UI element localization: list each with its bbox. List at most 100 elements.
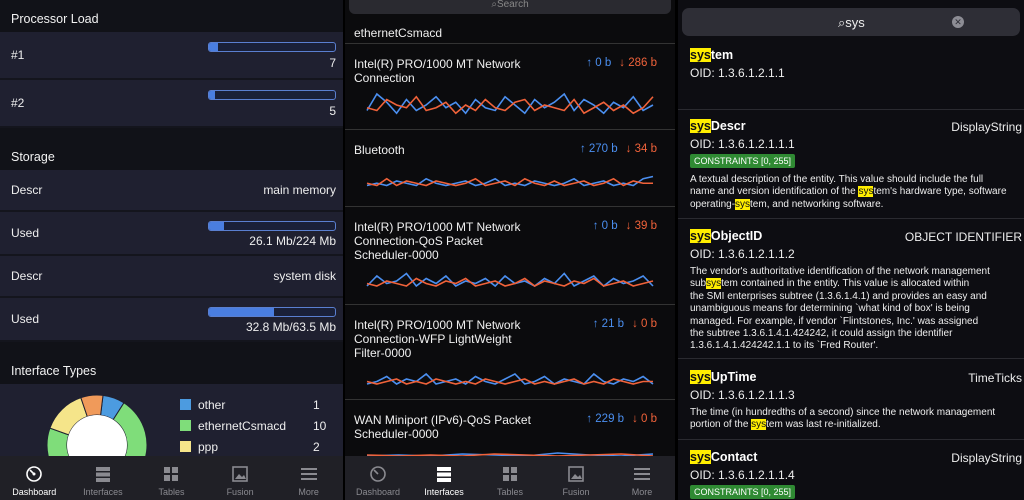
nav-more[interactable]: More (274, 456, 343, 500)
rate-up: ↑ 21 b (592, 318, 625, 330)
interface-name: Intel(R) PRO/1000 MT Network Connection (354, 57, 521, 85)
storage-title: Storage (0, 142, 343, 170)
search-placeholder: Search (496, 0, 529, 10)
nav-label: Dashboard (355, 487, 401, 497)
nav-interfaces[interactable]: Interfaces (69, 456, 138, 500)
rate-down: ↓ 0 b (632, 413, 657, 425)
mib-entry[interactable]: sysObjectID OBJECT IDENTIFIER OID: 1.3.6… (678, 229, 1024, 359)
mib-entry[interactable]: system OID: 1.3.6.1.2.1.1 (678, 48, 1024, 110)
mib-entry[interactable]: sysContact DisplayString OID: 1.3.6.1.2.… (678, 450, 1024, 500)
interface-group-header: ethernetCsmacd (345, 14, 675, 44)
description-text: The vendor's authoritative identificatio… (690, 266, 990, 277)
traffic-sparkline (366, 272, 654, 288)
rate-down: ↓ 286 b (619, 57, 657, 69)
mib-name-rest: UpTime (710, 370, 757, 384)
description-line: subsystem contained in the entity. This … (690, 278, 1013, 290)
server-icon (95, 467, 110, 482)
description-text: name and version identification of the (690, 186, 859, 198)
mib-oid: OID: 1.3.6.1.2.1.1.2 (690, 247, 795, 261)
mib-type: DisplayString (951, 120, 1022, 134)
match-highlight: sys (735, 198, 751, 210)
traffic-sparkline (366, 175, 654, 187)
nav-label: Tables (496, 487, 523, 497)
legend-count: 10 (313, 418, 327, 433)
bar-fill (209, 91, 216, 99)
mib-type: TimeTicks (968, 371, 1022, 385)
interface-types-title: Interface Types (0, 356, 343, 384)
description-text: tem, and networking software. (750, 198, 884, 210)
interface-rates: ↑ 0 b ↓ 39 b (593, 220, 657, 232)
nav-label: Fusion (562, 487, 590, 497)
match-highlight: sys (706, 278, 722, 290)
menu-icon (300, 468, 317, 480)
match-highlight: sys (690, 119, 711, 133)
storage-used-bar (208, 221, 336, 231)
traffic-sparkline (366, 92, 654, 115)
match-highlight: sys (858, 186, 874, 198)
description-line: name and version identification of the s… (690, 186, 1013, 198)
description-line: A textual description of the entity. Thi… (690, 174, 1013, 186)
rate-up: ↑ 0 b (586, 57, 612, 69)
mib-description: The time (in hundredths of a second) sin… (690, 407, 1013, 432)
interface-name: Intel(R) PRO/1000 MT Network Connection-… (354, 318, 521, 360)
mib-name-rest: ObjectID (710, 229, 763, 243)
used-value: 32.8 Mb/63.5 Mb (245, 320, 336, 334)
gauge-icon (26, 466, 43, 482)
nav-label: Tables (158, 487, 185, 497)
gauge-icon (370, 466, 386, 482)
nav-tables[interactable]: Tables (137, 456, 206, 500)
descr-value: main memory (263, 183, 336, 197)
processor-load-title: Processor Load (0, 0, 343, 32)
mib-oid: OID: 1.3.6.1.2.1.1.4 (690, 468, 795, 482)
clear-search-icon[interactable]: ✕ (952, 16, 964, 28)
mib-entry[interactable]: sysDescr DisplayString OID: 1.3.6.1.2.1.… (678, 119, 1024, 219)
mib-name-rest: Descr (710, 119, 746, 133)
bar-fill (209, 308, 275, 316)
nav-fusion[interactable]: Fusion (206, 456, 275, 500)
storage-descr-row: Descr system disk (0, 256, 343, 298)
description-text: tem contained in the entity. This value … (721, 278, 970, 290)
mib-entry-name: system (690, 48, 1013, 62)
interface-row[interactable]: Intel(R) PRO/1000 MT Network Connection-… (345, 305, 675, 400)
storage-used-row: Used 26.1 Mb/224 Mb (0, 212, 343, 256)
nav-dashboard[interactable]: Dashboard (345, 456, 411, 500)
nav-tables[interactable]: Tables (477, 456, 543, 500)
mib-oid: OID: 1.3.6.1.2.1.1.3 (690, 388, 795, 402)
rate-up: ↑ 0 b (592, 220, 618, 232)
nav-fusion[interactable]: Fusion (543, 456, 609, 500)
legend-swatch (180, 399, 191, 410)
nav-label: Interfaces (424, 487, 464, 497)
used-value: 26.1 Mb/224 Mb (249, 234, 336, 248)
nav-dashboard[interactable]: Dashboard (0, 456, 69, 500)
image-icon (568, 466, 584, 482)
description-text: sub (690, 278, 707, 290)
mib-description: The vendor's authoritative identificatio… (690, 266, 1013, 353)
cpu-label: #2 (11, 96, 25, 110)
descr-label: Descr (11, 269, 43, 283)
interface-row[interactable]: Intel(R) PRO/1000 MT Network Connection … (345, 44, 675, 130)
used-label: Used (11, 312, 40, 326)
cpu-load-bar (208, 90, 336, 100)
interface-row[interactable]: Intel(R) PRO/1000 MT Network Connection-… (345, 207, 675, 305)
description-text: unambiguous means for determining `what … (690, 303, 970, 315)
description-line: 1.3.6.1.4.1.424242.1.1 to its `Fred Rout… (690, 340, 1013, 352)
description-line: The time (in hundredths of a second) sin… (690, 407, 1013, 419)
grid-icon (164, 467, 179, 481)
nav-label: More (298, 487, 319, 497)
mib-search-field[interactable]: ⌕sys ✕ (682, 8, 1020, 36)
legend-swatch (180, 420, 191, 431)
match-highlight: sys (690, 229, 711, 243)
interface-row[interactable]: Bluetooth ↑ 270 b ↓ 34 b (345, 130, 675, 207)
traffic-sparkline (366, 372, 654, 385)
search-bar[interactable]: ⌕Search (349, 0, 671, 14)
legend-name: ppp (198, 439, 219, 454)
match-highlight: sys (690, 450, 711, 464)
nav-more[interactable]: More (609, 456, 675, 500)
constraints-badge: CONSTRAINTS [0, 255] (690, 485, 796, 499)
mib-entry[interactable]: sysUpTime TimeTicks OID: 1.3.6.1.2.1.1.3… (678, 370, 1024, 440)
description-line: the SMI enterprises subtree (1.3.6.1.4.1… (690, 291, 1013, 303)
bottom-nav: Dashboard Interfaces Tables Fusion More (0, 456, 343, 500)
description-text: the SMI enterprises subtree (1.3.6.1.4.1… (690, 290, 987, 302)
nav-interfaces[interactable]: Interfaces (411, 456, 477, 500)
description-text: operating- (690, 198, 736, 210)
